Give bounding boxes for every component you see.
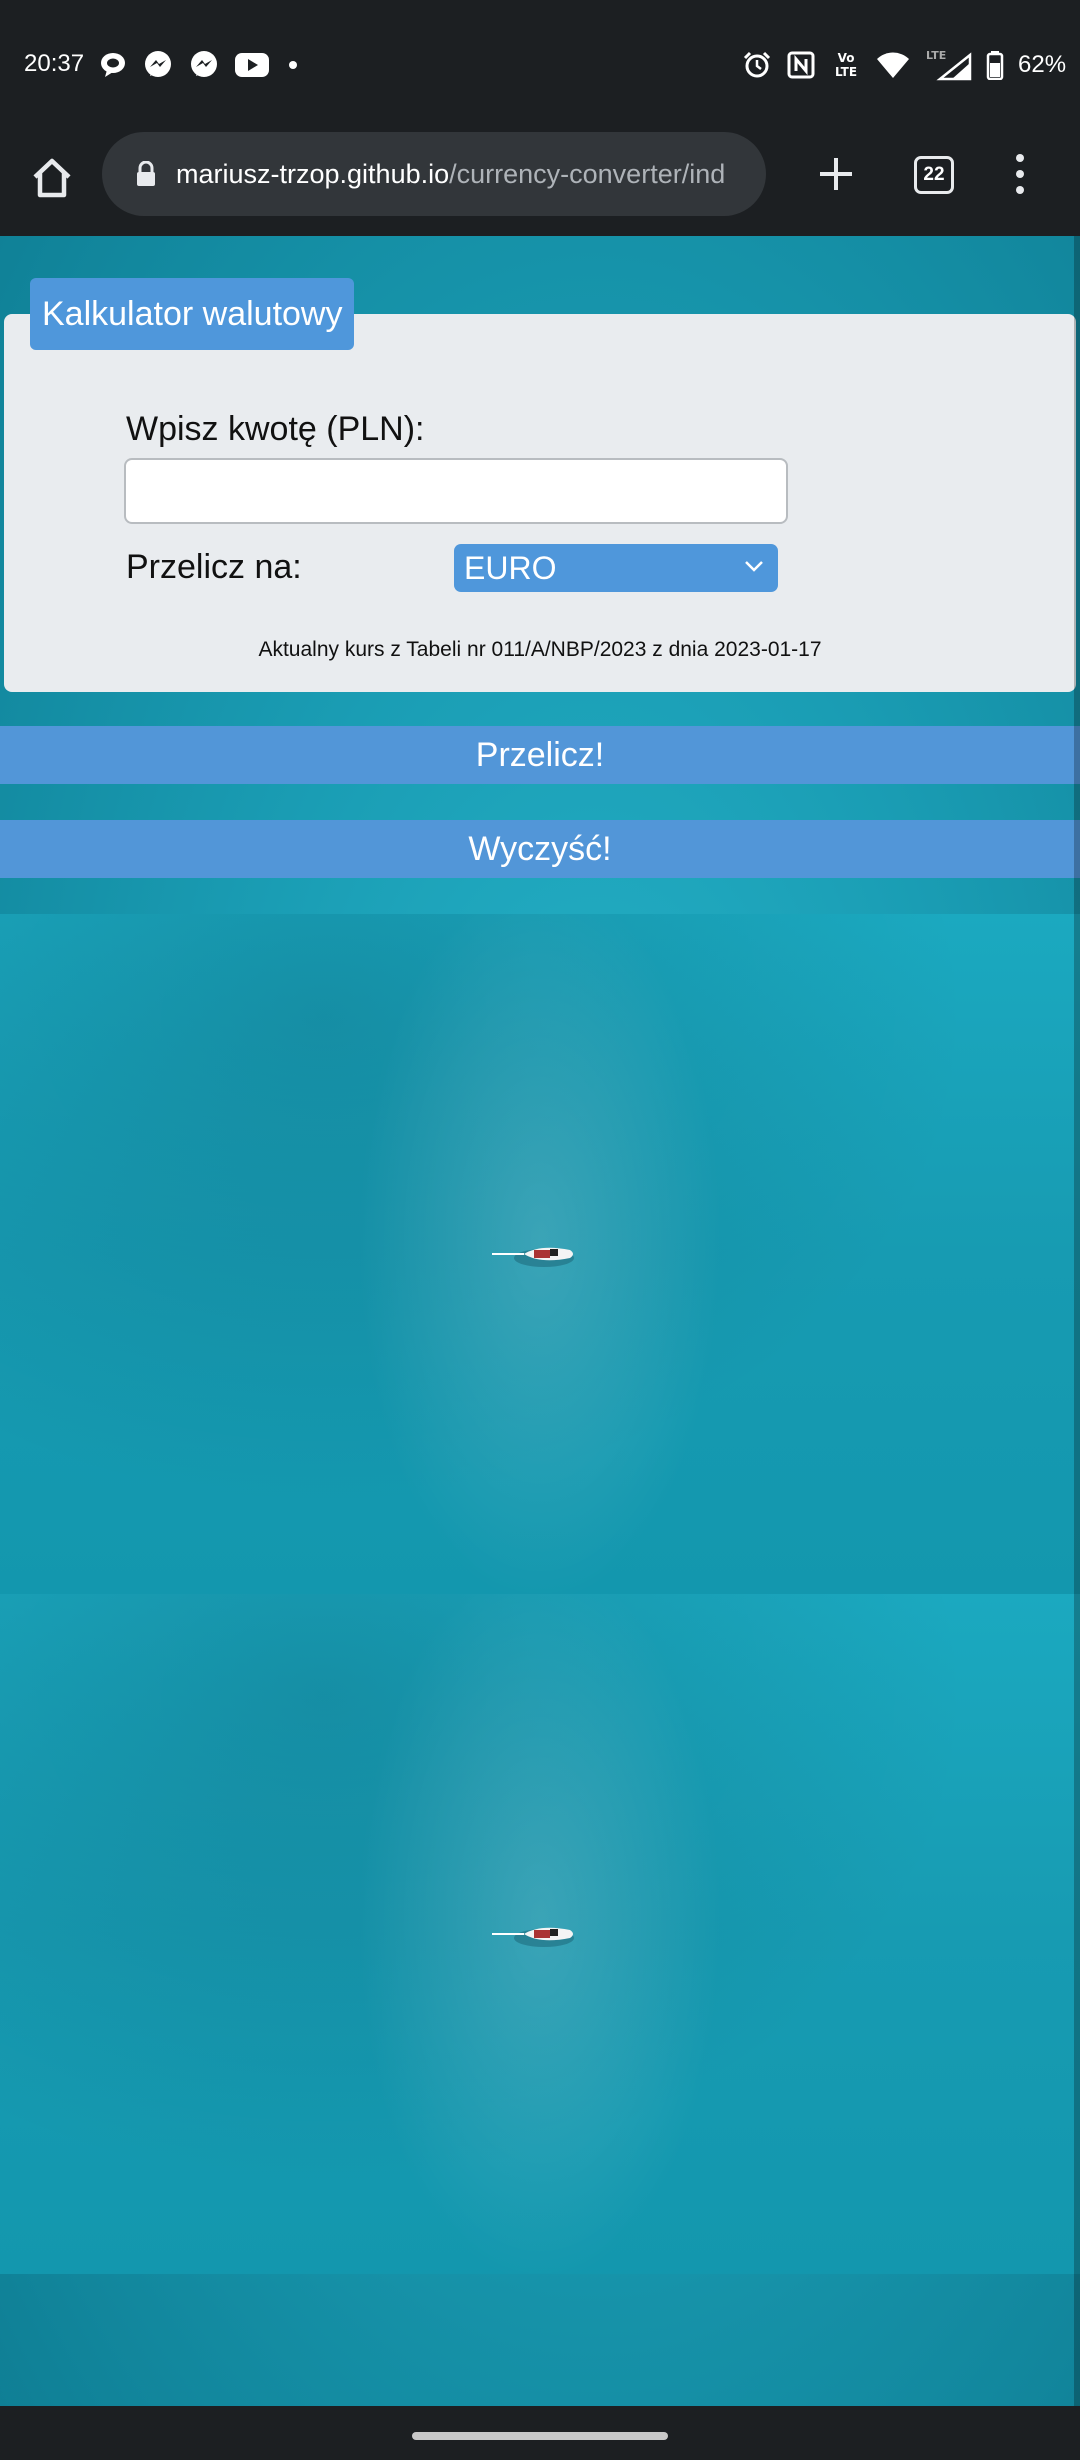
system-icons: Vo LTE LTE 62%: [742, 49, 1066, 81]
status-bar: 20:37 Vo LTE LTE 62%: [0, 0, 1080, 132]
convert-button[interactable]: Przelicz!: [0, 726, 1080, 784]
menu-dot: [1016, 170, 1024, 178]
alarm-icon: [743, 51, 771, 78]
home-gesture-handle[interactable]: [412, 2432, 668, 2440]
messenger-icon: [145, 51, 171, 77]
tab-switcher-button[interactable]: 22: [914, 156, 954, 194]
exchange-rate-note: Aktualny kurs z Tabeli nr 011/A/NBP/2023…: [258, 638, 822, 661]
notification-icons: [98, 49, 302, 81]
volte-icon: VoLTE: [835, 51, 857, 79]
nfc-icon: [787, 51, 815, 79]
home-icon: [33, 158, 71, 198]
url-host: mariusz-trzop.github.io: [176, 158, 450, 189]
scrollbar[interactable]: [1074, 236, 1080, 2406]
boat-image: [492, 1927, 574, 1947]
address-bar[interactable]: mariusz-trzop.github.io/currency-convert…: [102, 132, 766, 216]
battery-percentage: 62%: [1018, 51, 1067, 78]
youtube-icon: [235, 53, 269, 77]
panel-title: Kalkulator walutowy: [30, 278, 355, 350]
svg-text:LTE: LTE: [835, 65, 857, 79]
amount-label: Wpisz kwotę (PLN):: [126, 410, 425, 448]
home-button[interactable]: [24, 150, 80, 206]
svg-text:LTE: LTE: [926, 49, 946, 62]
status-time: 20:37: [24, 50, 85, 77]
menu-dot: [1016, 186, 1024, 194]
amount-input[interactable]: [124, 458, 788, 524]
lte-signal-icon: LTE: [926, 49, 972, 81]
battery-icon: [986, 51, 1004, 80]
wifi-icon: [877, 52, 909, 78]
plus-icon: [820, 158, 852, 190]
browser-toolbar: mariusz-trzop.github.io/currency-convert…: [0, 132, 1080, 236]
currency-selected-value: EURO: [464, 549, 557, 586]
url-text: mariusz-trzop.github.io/currency-convert…: [176, 159, 725, 190]
lock-icon: [132, 160, 160, 188]
url-path: /currency-converter/ind: [449, 158, 726, 189]
clear-button[interactable]: Wyczyść!: [0, 820, 1080, 878]
navigation-bar: [0, 2406, 1080, 2460]
new-tab-button[interactable]: [808, 146, 864, 202]
boat-image: [492, 1247, 574, 1267]
dot-icon: [289, 61, 297, 69]
chevron-down-icon: [745, 561, 763, 572]
currency-select[interactable]: EURO: [454, 544, 778, 592]
chat-bubble-icon: [101, 53, 125, 77]
svg-text:Vo: Vo: [838, 51, 855, 65]
more-menu-button[interactable]: [1006, 146, 1034, 202]
messenger-icon: [191, 51, 217, 77]
web-page: Kalkulator walutowy Wpisz kwotę (PLN): P…: [0, 236, 1080, 2406]
target-currency-label: Przelicz na:: [126, 548, 302, 586]
menu-dot: [1016, 154, 1024, 162]
